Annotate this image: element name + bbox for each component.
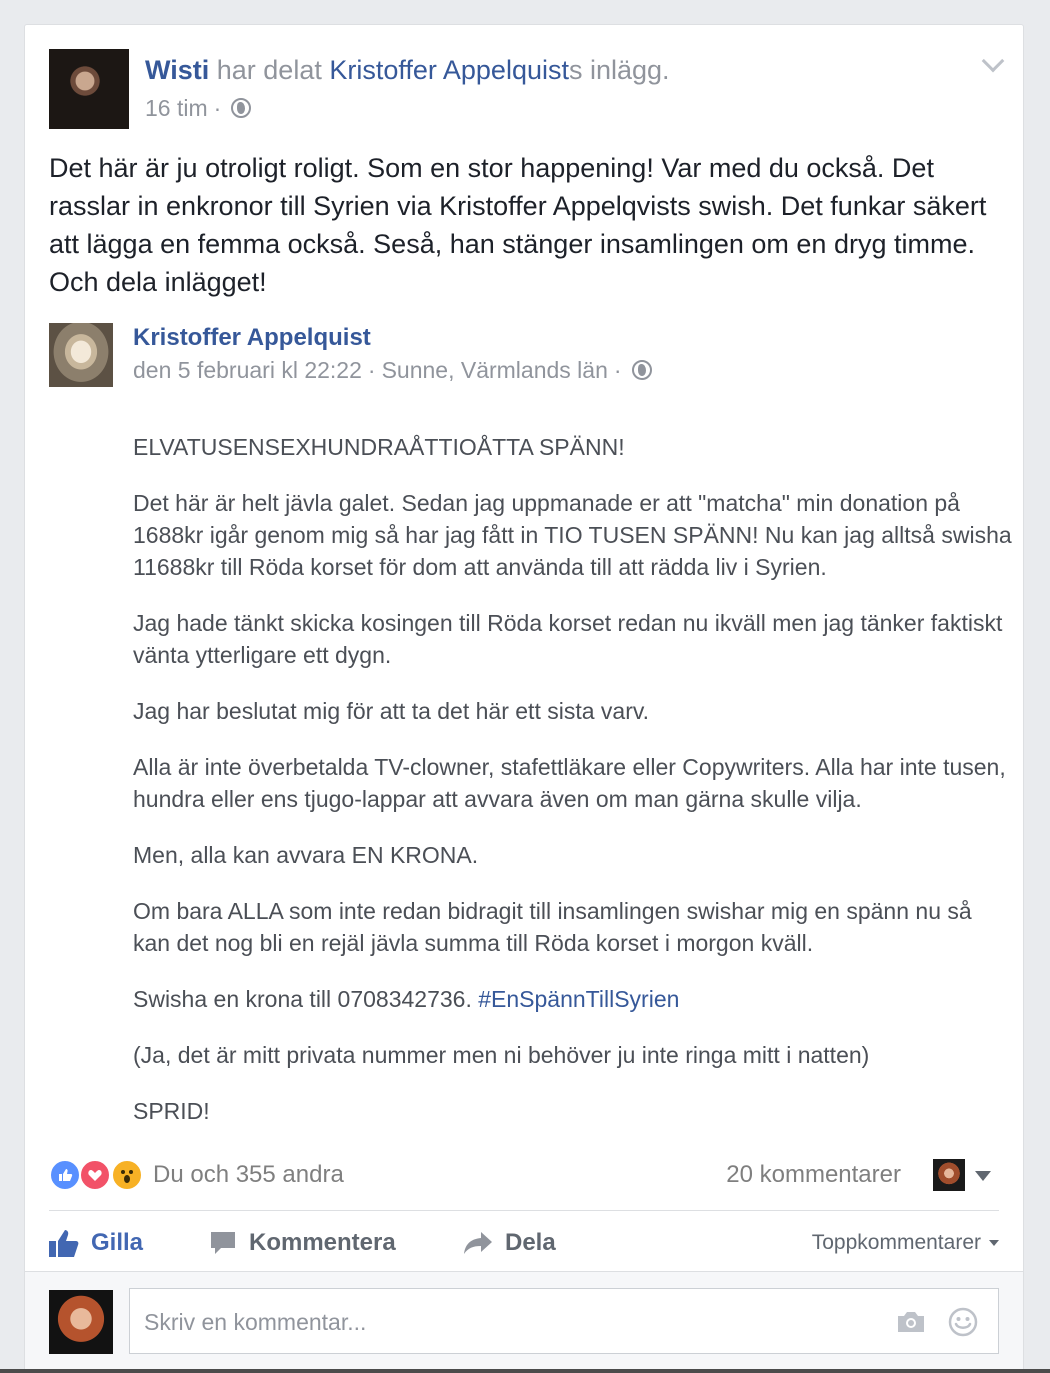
shared-paragraph: Jag hade tänkt skicka kosingen till Röda… xyxy=(133,610,1003,668)
action-bar: Gilla Kommentera Dela Toppkommentarer xyxy=(49,1221,999,1265)
globe-icon[interactable] xyxy=(231,98,252,118)
shared-paragraph: Jag har beslutat mig för att ta det här … xyxy=(133,698,650,724)
post-meta: 16 tim · xyxy=(145,93,252,123)
comment-box[interactable] xyxy=(129,1288,999,1355)
smiley-icon[interactable] xyxy=(948,1307,978,1337)
shared-paragraph: (Ja, det är mitt privata nummer men ni b… xyxy=(133,1042,870,1068)
shared-author-avatar[interactable] xyxy=(49,323,113,387)
shared-paragraph: Det här är helt jävla galet. Sedan jag u… xyxy=(133,490,1012,580)
actor-name-link[interactable]: Wisti xyxy=(145,55,209,85)
camera-icon[interactable] xyxy=(896,1311,926,1333)
share-button[interactable]: Dela xyxy=(463,1221,556,1265)
shared-paragraph: Alla är inte överbetalda TV-clowner, sta… xyxy=(133,754,1006,812)
shared-meta: den 5 februari kl 22:22 · Sunne, Värmlan… xyxy=(133,355,652,385)
commenter-avatar[interactable] xyxy=(933,1159,965,1191)
thumbs-up-icon xyxy=(49,1230,79,1257)
sort-label: Toppkommentarer xyxy=(811,1231,981,1254)
reaction-summary[interactable]: Du och 355 andra xyxy=(153,1157,344,1193)
like-label: Gilla xyxy=(91,1229,144,1256)
chevron-down-icon xyxy=(989,1240,999,1246)
comment-label: Kommentera xyxy=(249,1229,396,1256)
actor-avatar[interactable] xyxy=(49,49,129,129)
speech-bubble-icon xyxy=(211,1232,235,1254)
caret-down-icon[interactable] xyxy=(975,1171,991,1181)
comment-button[interactable]: Kommentera xyxy=(209,1221,396,1265)
shared-author-link[interactable]: Kristoffer Appelquist xyxy=(133,323,371,353)
hashtag-link[interactable]: #EnSpännTillSyrien xyxy=(478,986,679,1012)
post-header: Wisti har delat Kristoffer Appelquists i… xyxy=(145,52,670,88)
comment-sort-dropdown[interactable]: Toppkommentarer xyxy=(812,1221,999,1265)
share-arrow-icon xyxy=(464,1232,492,1254)
meta-separator: · xyxy=(213,95,222,121)
love-icon[interactable] xyxy=(79,1159,111,1191)
shared-body: ELVATUSENSEXHUNDRAÅTTIOÅTTA SPÄNN! Det h… xyxy=(133,431,1013,1151)
meta-separator: · xyxy=(613,357,622,383)
like-button[interactable]: Gilla xyxy=(49,1221,143,1265)
shared-date[interactable]: den 5 februari kl 22:22 xyxy=(133,355,362,385)
current-user-avatar[interactable] xyxy=(49,1290,113,1354)
post-body: Det här är ju otroligt roligt. Som en st… xyxy=(49,153,987,297)
globe-icon[interactable] xyxy=(631,360,652,380)
shared-location[interactable]: Sunne, Värmlands län xyxy=(382,355,608,385)
like-icon[interactable] xyxy=(49,1159,81,1191)
post-timestamp[interactable]: 16 tim xyxy=(145,93,208,123)
reactions-bar: Du och 355 andra 20 kommentarer xyxy=(49,1157,999,1193)
comment-composer xyxy=(25,1271,1023,1373)
meta-separator: · xyxy=(367,357,376,383)
header-suffix: s inlägg. xyxy=(568,55,670,85)
swish-paragraph: Swisha en krona till 0708342736. #EnSpän… xyxy=(133,983,1013,1015)
divider xyxy=(49,1210,999,1211)
comment-count[interactable]: 20 kommentarer xyxy=(726,1157,901,1193)
shared-paragraph: SPRID! xyxy=(133,1098,210,1124)
comment-input[interactable] xyxy=(142,1289,886,1355)
chevron-down-icon[interactable] xyxy=(981,49,1005,73)
window-bottom-edge xyxy=(0,1369,1050,1373)
shared-paragraph: ELVATUSENSEXHUNDRAÅTTIOÅTTA SPÄNN! xyxy=(133,434,625,460)
header-verb: har delat xyxy=(209,55,330,85)
post-card: Wisti har delat Kristoffer Appelquists i… xyxy=(24,24,1024,1373)
shared-paragraph: Om bara ALLA som inte redan bidragit til… xyxy=(133,898,972,956)
swish-text: Swisha en krona till 0708342736. xyxy=(133,986,479,1012)
shared-paragraph: Men, alla kan avvara EN KRONA. xyxy=(133,842,479,868)
shared-owner-link[interactable]: Kristoffer Appelquist xyxy=(329,55,569,85)
wow-icon[interactable] xyxy=(111,1159,143,1191)
share-label: Dela xyxy=(505,1229,556,1256)
